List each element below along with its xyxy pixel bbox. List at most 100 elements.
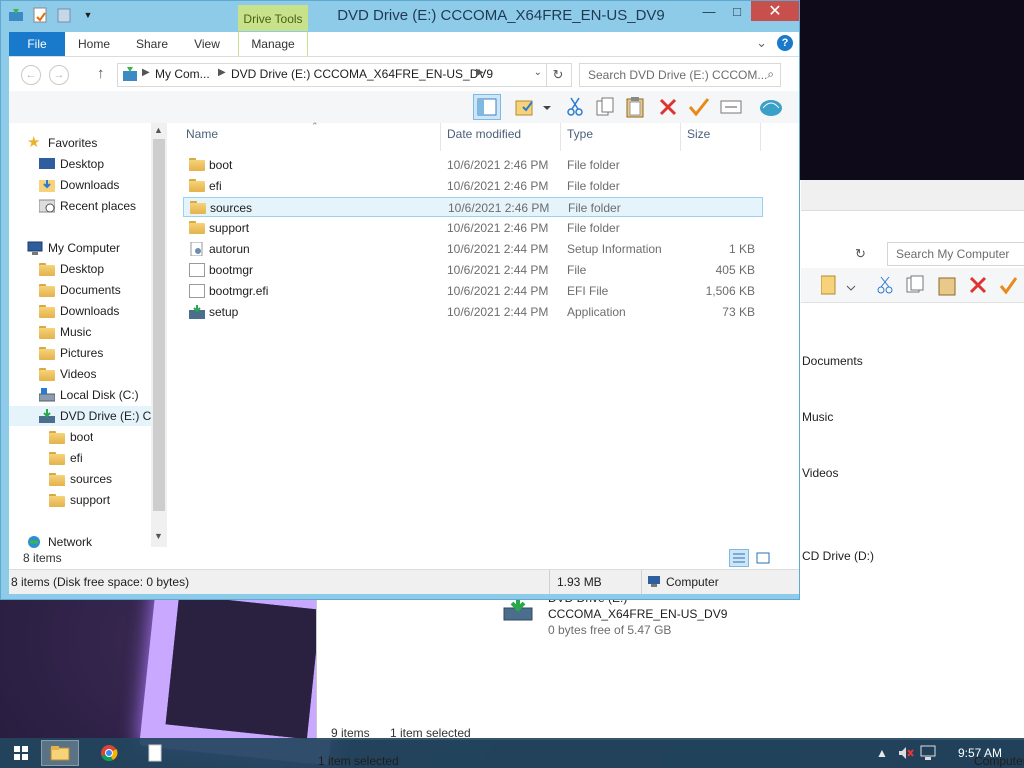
column-divider[interactable] [760,123,761,151]
nav-pc-videos[interactable]: Videos [39,364,96,384]
breadcrumb-dvd-drive[interactable]: DVD Drive (E:) CCCOMA_X64FRE_EN-US_DV9 [231,67,493,81]
tab-view[interactable]: View [187,32,227,56]
refresh-button[interactable]: ↻ [545,63,572,87]
tab-share[interactable]: Share [131,32,173,56]
volume-muted-icon[interactable] [898,746,914,760]
start-button[interactable] [2,740,40,766]
breadcrumb-my-computer[interactable]: My Com... [155,67,210,81]
column-header-name[interactable]: Name [186,127,218,141]
nav-network[interactable]: Network [27,532,92,552]
ribbon-expand-icon[interactable]: ⌄ [756,35,767,51]
paste-button[interactable] [621,94,649,120]
table-row[interactable]: support 10/6/2021 2:46 PM File folder [183,218,763,238]
table-row[interactable]: efi 10/6/2021 2:46 PM File folder [183,176,763,196]
close-button[interactable]: ✕ [751,1,799,21]
column-header-date[interactable]: Date modified [447,127,521,141]
folder-icon [39,304,55,318]
forward-button[interactable]: → [49,65,69,85]
nav-favorites[interactable]: ★ Favorites [27,133,97,153]
nav-label: Desktop [60,262,105,276]
details-view-button[interactable] [729,549,749,567]
nav-dvd-boot[interactable]: boot [49,427,93,447]
back-item-videos[interactable]: Videos [802,466,838,480]
status-divider [549,570,550,594]
tray-overflow-icon[interactable]: ▲ [876,746,888,760]
column-divider[interactable] [440,123,441,151]
cut-icon [567,97,583,116]
properties-icon[interactable] [31,6,49,24]
nav-my-computer[interactable]: My Computer [27,238,120,258]
table-row[interactable]: bootmgr 10/6/2021 2:44 PM File 405 KB [183,260,763,280]
nav-pc-documents[interactable]: Documents [39,280,121,300]
taskbar-file[interactable] [136,740,174,766]
column-divider[interactable] [560,123,561,151]
table-row[interactable]: sources 10/6/2021 2:46 PM File folder [183,197,763,217]
nav-dvd-support[interactable]: support [49,490,110,510]
back-item-music[interactable]: Music [802,410,833,424]
column-divider[interactable] [680,123,681,151]
nav-fav-desktop[interactable]: Desktop [39,154,104,174]
up-button[interactable]: ↑ [97,65,105,82]
start-icon [14,746,28,760]
window-icon[interactable] [7,6,25,24]
command-toolbar [9,91,799,124]
nav-scrollbar[interactable]: ▲ ▼ [151,123,167,547]
column-header-type[interactable]: Type [567,127,593,141]
nav-fav-downloads[interactable]: Downloads [39,175,119,195]
nav-fav-recent[interactable]: Recent places [39,196,136,216]
address-dropdown-icon[interactable]: ⌄ [534,67,542,78]
explorer-window[interactable]: ▼ Drive Tools DVD Drive (E:) CCCOMA_X64F… [0,0,800,600]
back-refresh-icon[interactable]: ↻ [855,246,866,262]
back-button[interactable]: ← [21,65,41,85]
search-input[interactable]: Search DVD Drive (E:) CCCOM... ⌕ [579,63,781,87]
nav-pc-desktop[interactable]: Desktop [39,259,104,279]
minimize-button[interactable]: — [695,1,723,21]
network-tray-icon[interactable] [920,745,938,761]
table-row[interactable]: setup 10/6/2021 2:44 PM Application 73 KB [183,302,763,322]
shell-button[interactable] [757,94,785,120]
file-date: 10/6/2021 2:44 PM [447,305,549,319]
select-button[interactable] [717,94,745,120]
file-size: 1,506 KB [705,284,755,298]
file-icon [148,744,162,762]
copy-button[interactable] [591,94,619,120]
nav-label: sources [70,472,113,486]
back-item-cd-drive[interactable]: CD Drive (D:) [802,549,874,563]
cut-button[interactable] [561,94,589,120]
folder-icon [190,201,206,215]
nav-pc-downloads[interactable]: Downloads [39,301,119,321]
help-icon[interactable]: ? [777,35,793,51]
new-folder-icon[interactable] [55,6,73,24]
back-search-input[interactable]: Search My Computer [887,242,1024,266]
tab-file[interactable]: File [9,32,65,56]
address-bar[interactable]: ▶ My Com... ▶ DVD Drive (E:) CCCOMA_X64F… [117,63,547,87]
scroll-up-icon[interactable]: ▲ [154,125,163,135]
table-row[interactable]: boot 10/6/2021 2:46 PM File folder [183,155,763,175]
tab-manage[interactable]: Manage [238,32,308,56]
nav-dvd-sources[interactable]: sources [49,469,112,489]
taskbar-explorer[interactable] [41,740,79,766]
column-header-size[interactable]: Size [687,127,710,141]
table-row[interactable]: bootmgr.efi 10/6/2021 2:44 PM EFI File 1,50… [183,281,763,301]
delete-button[interactable] [654,94,682,120]
table-row[interactable]: autorun 10/6/2021 2:44 PM Setup Informatio… [183,239,763,259]
nav-pc-music[interactable]: Music [39,322,91,342]
taskbar-chrome[interactable] [90,740,128,766]
nav-pc-dvd-drive[interactable]: DVD Drive (E:) CC [9,406,151,426]
layout-pane-button[interactable] [473,94,501,120]
qat-customize-icon[interactable]: ▼ [79,6,97,24]
nav-pc-local-disk[interactable]: Local Disk (C:) [39,385,139,405]
back-item-documents[interactable]: Documents [802,354,863,368]
title-bar[interactable]: ▼ Drive Tools DVD Drive (E:) CCCOMA_X64F… [1,1,799,31]
tab-home[interactable]: Home [73,32,115,56]
properties-folder-button[interactable] [513,94,553,120]
maximize-button[interactable]: □ [723,1,751,21]
nav-dvd-efi[interactable]: efi [49,448,83,468]
large-icons-view-button[interactable] [753,549,773,567]
scroll-thumb[interactable] [153,139,165,511]
rename-button[interactable] [685,94,713,120]
nav-pc-pictures[interactable]: Pictures [39,343,103,363]
scroll-down-icon[interactable]: ▼ [154,531,163,541]
delete-icon [659,98,677,116]
file-date: 10/6/2021 2:44 PM [447,242,549,256]
